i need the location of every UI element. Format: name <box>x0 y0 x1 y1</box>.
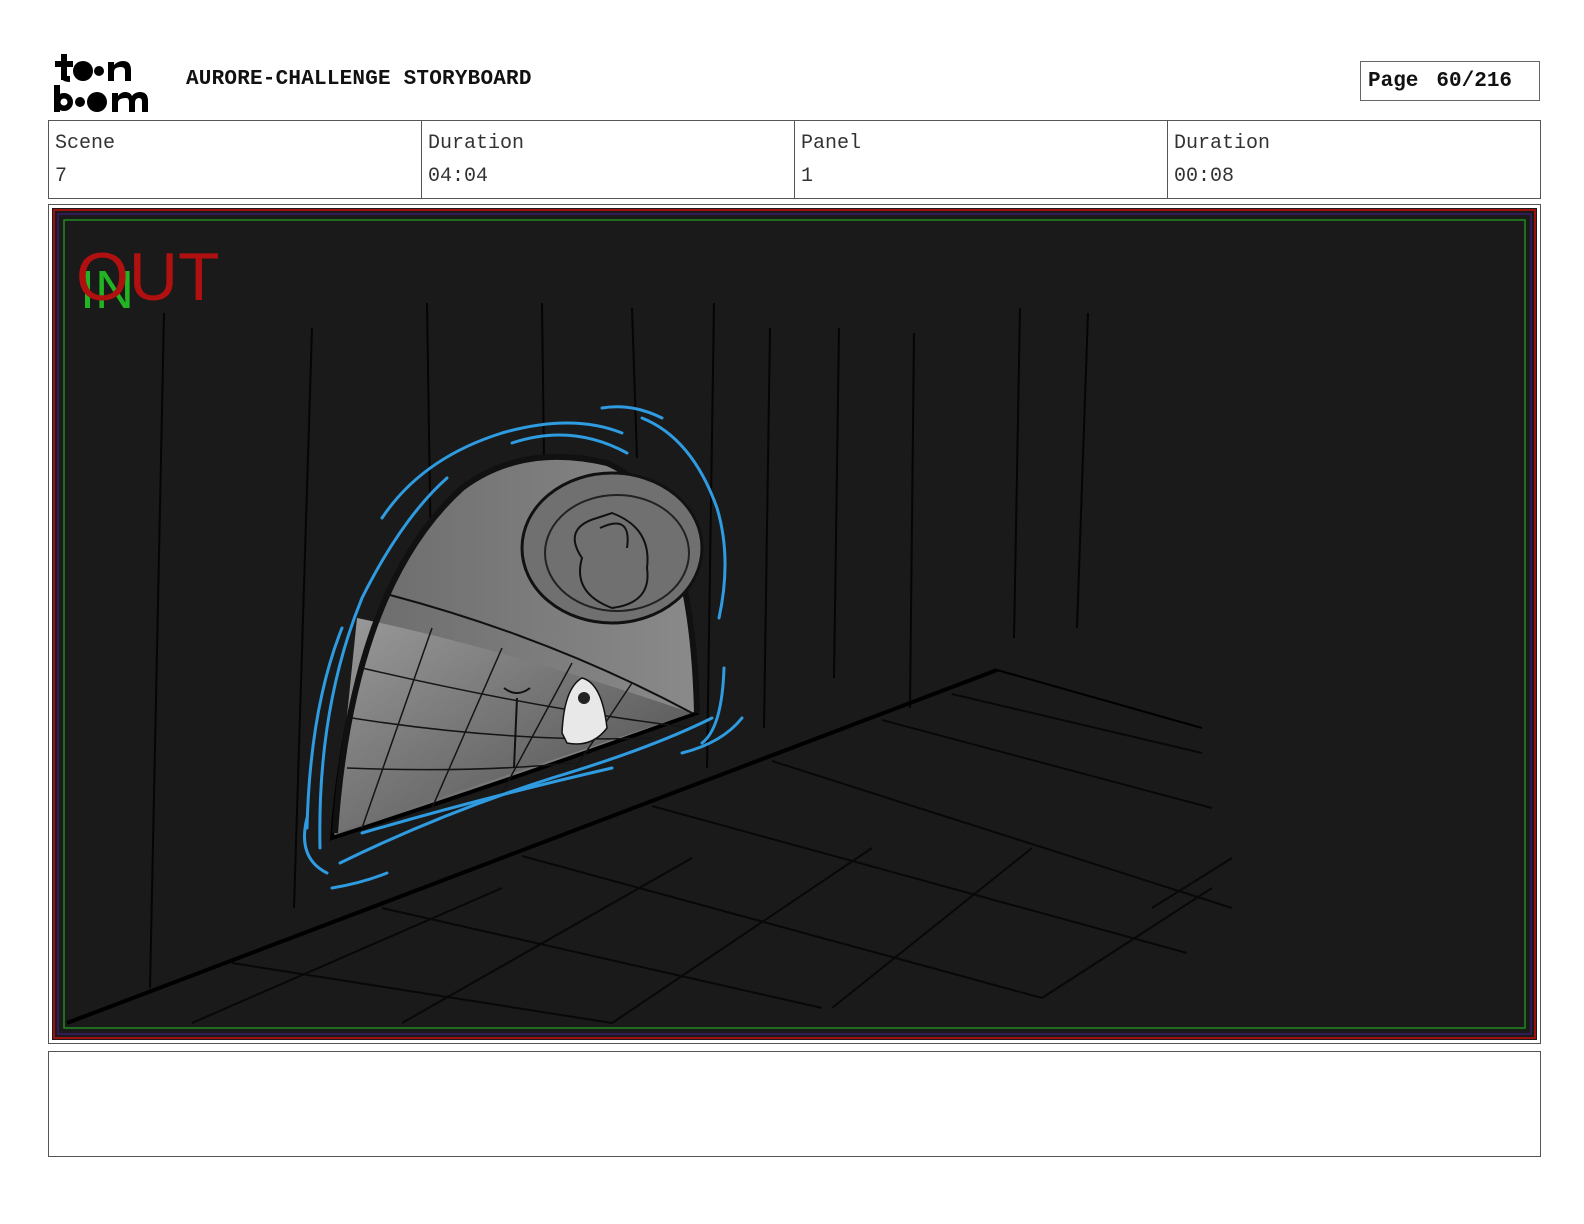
page-label: Page <box>1368 69 1419 93</box>
scene-cell: Scene 7 <box>49 121 422 198</box>
panel-duration-cell: Duration 00:08 <box>1168 121 1540 198</box>
document-title: AURORE-CHALLENGE STORYBOARD <box>186 68 532 91</box>
scene-label: Scene <box>55 132 116 155</box>
scene-value: 7 <box>55 165 68 188</box>
page-indicator: Page 60/216 <box>1360 61 1540 101</box>
dialog-notes-box <box>48 1051 1541 1157</box>
toon-boom-logo <box>52 52 164 114</box>
storyboard-panel: IN OUT <box>48 204 1541 1044</box>
panel-artwork: IN OUT <box>52 208 1537 1040</box>
panel-duration-label: Duration <box>1174 132 1271 155</box>
scene-info-table: Scene 7 Duration 04:04 Panel 1 Duration … <box>48 120 1541 199</box>
out-marker: OUT <box>76 239 220 315</box>
panel-label: Panel <box>801 132 862 155</box>
panel-cell: Panel 1 <box>795 121 1168 198</box>
scene-duration-label: Duration <box>428 132 525 155</box>
scene-duration-value: 04:04 <box>428 165 489 188</box>
panel-value: 1 <box>801 165 814 188</box>
page-number: 60/216 <box>1436 69 1513 93</box>
scene-duration-cell: Duration 04:04 <box>422 121 795 198</box>
panel-duration-value: 00:08 <box>1174 165 1235 188</box>
